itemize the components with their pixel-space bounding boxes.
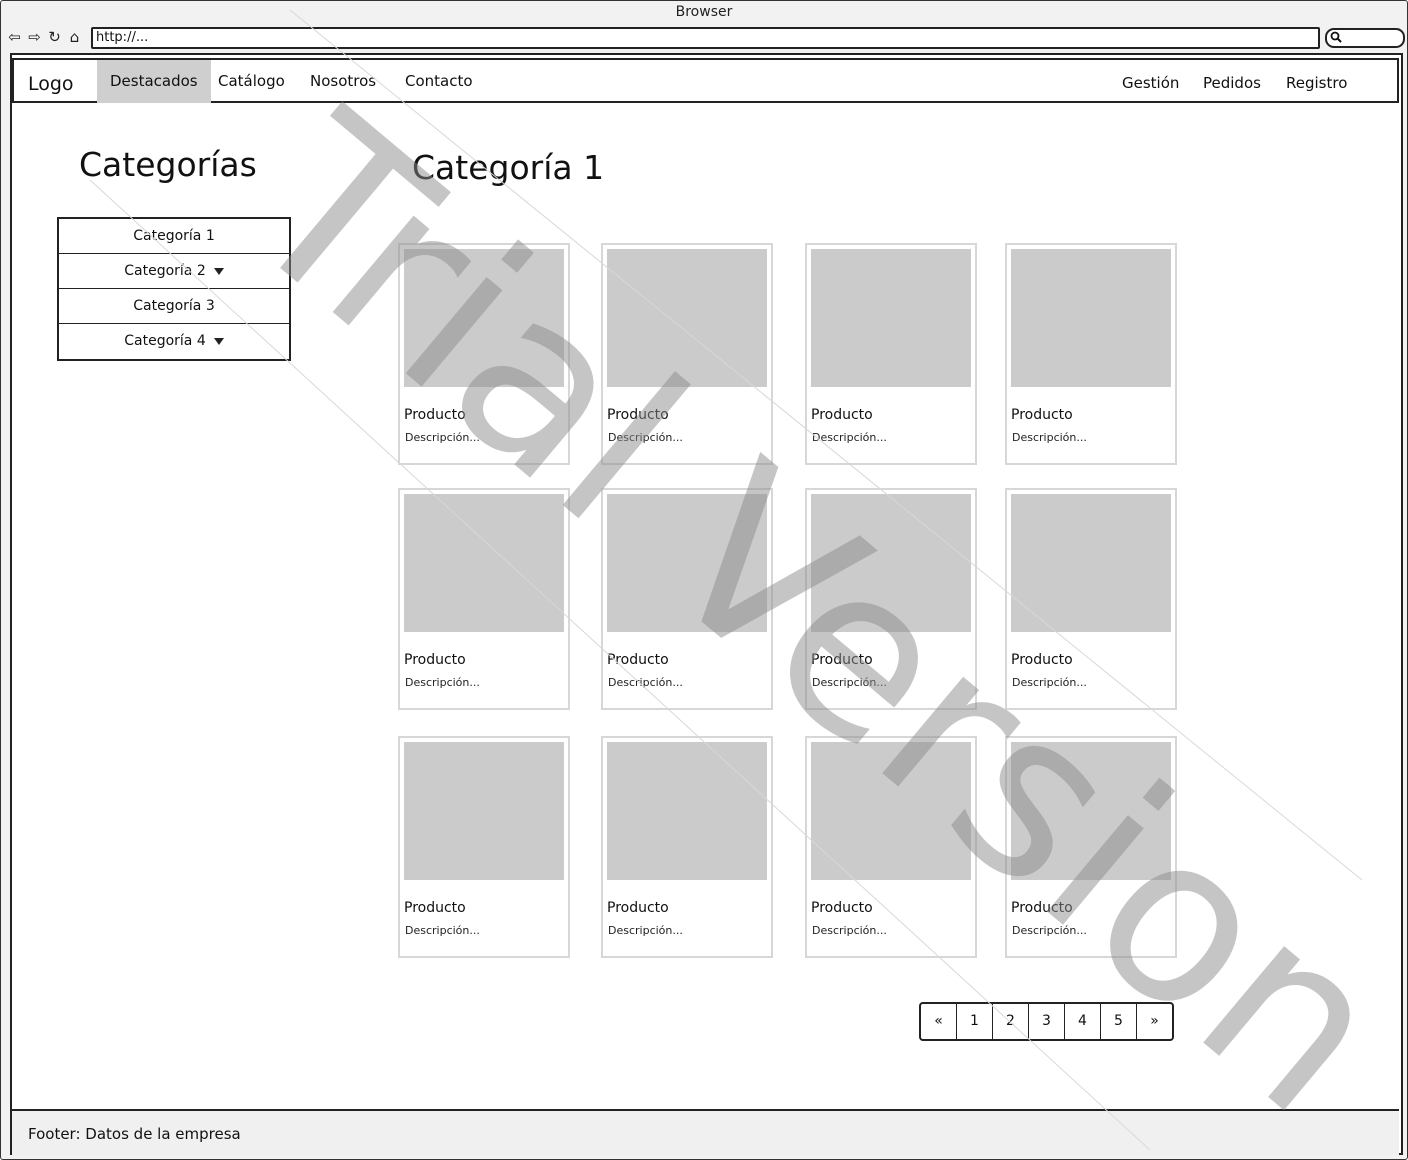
category-item-1[interactable]: Categoría 1 (59, 219, 289, 254)
product-image-placeholder (607, 249, 767, 387)
product-card[interactable]: Producto Descripción... (1005, 736, 1177, 958)
forward-icon[interactable]: ⇨ (27, 28, 42, 46)
product-image-placeholder (1011, 249, 1171, 387)
product-image-placeholder (404, 494, 564, 632)
category-item-2[interactable]: Categoría 2 (59, 254, 289, 289)
nav-gestion[interactable]: Gestión (1109, 62, 1192, 105)
product-description: Descripción... (405, 431, 480, 444)
product-description: Descripción... (812, 431, 887, 444)
page-2-button[interactable]: 2 (993, 1004, 1029, 1039)
product-name: Producto (811, 652, 873, 668)
product-name: Producto (1011, 407, 1073, 423)
product-image-placeholder (1011, 742, 1171, 880)
footer-text: Footer: Datos de la empresa (28, 1125, 241, 1143)
logo[interactable]: Logo (28, 73, 74, 95)
pagination: « 1 2 3 4 5 » (919, 1002, 1174, 1041)
product-description: Descripción... (405, 924, 480, 937)
category-item-3[interactable]: Categoría 3 (59, 289, 289, 324)
product-card[interactable]: Producto Descripción... (601, 736, 773, 958)
product-image-placeholder (607, 494, 767, 632)
page-viewport: Logo Destacados Catálogo Nosotros Contac… (10, 53, 1403, 1155)
home-icon[interactable]: ⌂ (67, 28, 82, 46)
category-list: Categoría 1 Categoría 2 Categoría 3 Cate… (57, 217, 291, 361)
top-navbar: Logo Destacados Catálogo Nosotros Contac… (12, 58, 1399, 103)
product-name: Producto (607, 900, 669, 916)
product-description: Descripción... (1012, 924, 1087, 937)
page-4-button[interactable]: 4 (1065, 1004, 1101, 1039)
category-label: Categoría 2 (124, 263, 206, 279)
product-description: Descripción... (405, 676, 480, 689)
browser-title: Browser (675, 4, 733, 20)
category-label: Categoría 3 (133, 298, 215, 314)
browser-nav-buttons: ⇦ ⇨ ↻ ⌂ (7, 28, 82, 46)
product-card[interactable]: Producto Descripción... (805, 243, 977, 465)
caret-down-icon (213, 267, 224, 275)
nav-nosotros[interactable]: Nosotros (297, 60, 389, 103)
reload-icon[interactable]: ↻ (47, 28, 62, 46)
product-card[interactable]: Producto Descripción... (1005, 488, 1177, 710)
product-description: Descripción... (608, 676, 683, 689)
page-5-button[interactable]: 5 (1101, 1004, 1137, 1039)
product-description: Descripción... (1012, 431, 1087, 444)
page-3-button[interactable]: 3 (1029, 1004, 1065, 1039)
product-description: Descripción... (608, 431, 683, 444)
search-icon (1330, 31, 1342, 46)
product-card[interactable]: Producto Descripción... (601, 488, 773, 710)
product-name: Producto (607, 652, 669, 668)
product-card[interactable]: Producto Descripción... (1005, 243, 1177, 465)
category-title: Categoría 1 (412, 148, 605, 187)
nav-catalogo[interactable]: Catálogo (205, 60, 298, 103)
category-label: Categoría 4 (124, 333, 206, 349)
product-description: Descripción... (812, 924, 887, 937)
product-image-placeholder (404, 742, 564, 880)
product-description: Descripción... (608, 924, 683, 937)
product-name: Producto (404, 652, 466, 668)
browser-search-input[interactable] (1325, 28, 1405, 48)
nav-registro[interactable]: Registro (1273, 62, 1360, 105)
nav-contacto[interactable]: Contacto (392, 60, 486, 103)
product-name: Producto (1011, 652, 1073, 668)
page-next-button[interactable]: » (1137, 1004, 1172, 1039)
product-description: Descripción... (1012, 676, 1087, 689)
product-name: Producto (404, 407, 466, 423)
nav-pedidos[interactable]: Pedidos (1190, 62, 1274, 105)
caret-down-icon (213, 337, 224, 345)
product-description: Descripción... (812, 676, 887, 689)
product-card[interactable]: Producto Descripción... (398, 488, 570, 710)
footer: Footer: Datos de la empresa (12, 1109, 1399, 1155)
product-name: Producto (607, 407, 669, 423)
browser-window: Browser ⇦ ⇨ ↻ ⌂ http://... Logo Destacad… (0, 0, 1408, 1160)
product-image-placeholder (1011, 494, 1171, 632)
product-card[interactable]: Producto Descripción... (398, 736, 570, 958)
nav-destacados[interactable]: Destacados (97, 60, 211, 103)
product-image-placeholder (404, 249, 564, 387)
product-image-placeholder (607, 742, 767, 880)
url-input[interactable]: http://... (91, 27, 1320, 49)
product-name: Producto (404, 900, 466, 916)
category-label: Categoría 1 (133, 228, 215, 244)
product-card[interactable]: Producto Descripción... (805, 736, 977, 958)
page-prev-button[interactable]: « (921, 1004, 957, 1039)
product-name: Producto (811, 900, 873, 916)
product-name: Producto (1011, 900, 1073, 916)
product-card[interactable]: Producto Descripción... (398, 243, 570, 465)
product-card[interactable]: Producto Descripción... (601, 243, 773, 465)
page-1-button[interactable]: 1 (957, 1004, 993, 1039)
product-card[interactable]: Producto Descripción... (805, 488, 977, 710)
category-item-4[interactable]: Categoría 4 (59, 324, 289, 359)
back-icon[interactable]: ⇦ (7, 28, 22, 46)
product-image-placeholder (811, 742, 971, 880)
product-image-placeholder (811, 494, 971, 632)
sidebar-title: Categorías (79, 145, 257, 184)
product-image-placeholder (811, 249, 971, 387)
product-name: Producto (811, 407, 873, 423)
